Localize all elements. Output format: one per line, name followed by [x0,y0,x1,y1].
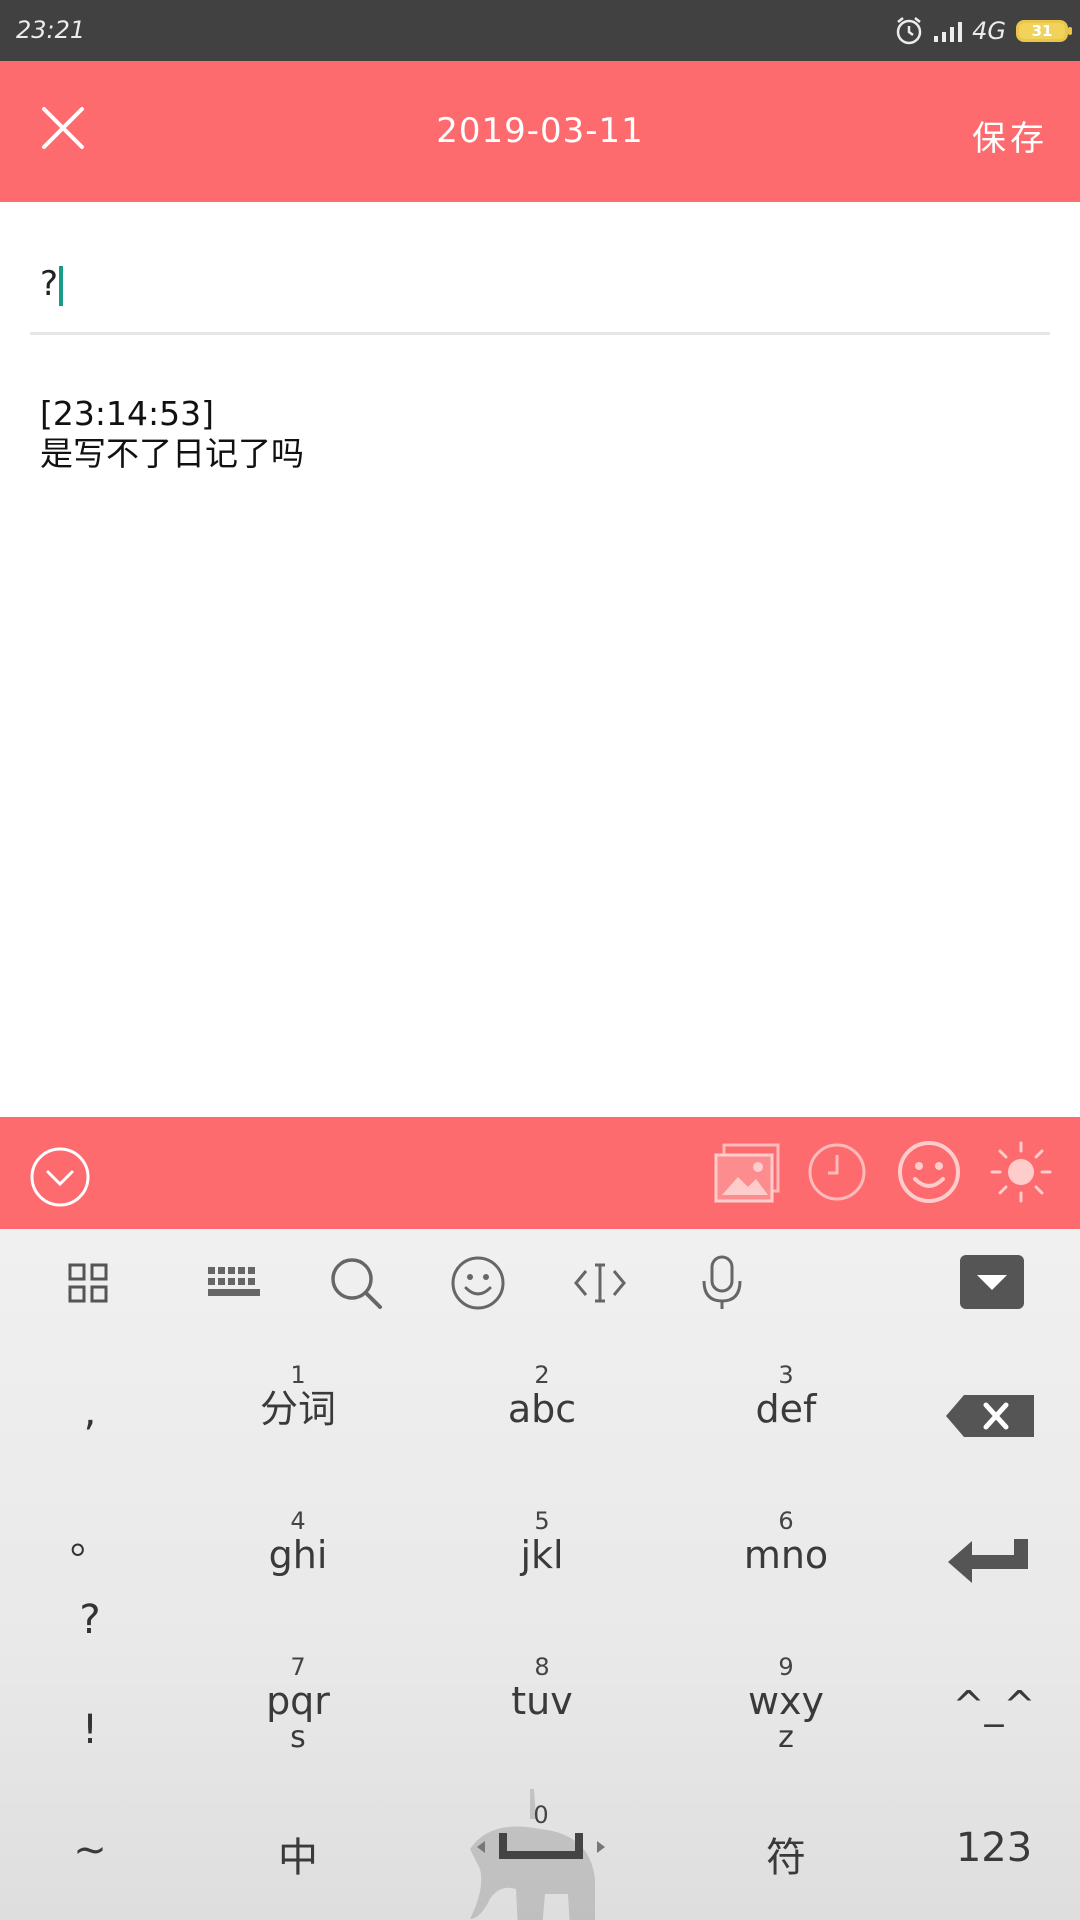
key-1-label: 分词 [259,1387,336,1431]
battery-level: 31 [1031,22,1053,40]
status-icons: 4G 31 [894,12,1072,50]
key-3[interactable]: 3 def [706,1361,866,1429]
network-type: 4G [972,17,1006,45]
battery-icon: 31 [1016,20,1072,42]
emoji-icon[interactable] [896,1139,962,1205]
key-5[interactable]: 5 jkl [462,1507,622,1575]
ime-keyboard: , 。 ? ! 1 分词 2 abc 3 def 4 ghi 5 jkl 6 m… [0,1229,1080,1920]
title-input[interactable]: ? [30,240,1050,335]
space-key-number: 0 [533,1801,549,1829]
key-4[interactable]: 4 ghi [218,1507,378,1575]
key-9[interactable]: 9 wxy z [706,1653,866,1755]
key-2-number: 2 [534,1361,550,1389]
numeric-key[interactable]: 123 [944,1825,1044,1871]
enter-icon[interactable] [946,1537,1036,1587]
symbol-key[interactable]: 符 [736,1825,836,1883]
space-bar-icon [477,1833,605,1859]
space-key[interactable]: 0 [456,1801,626,1869]
diary-date: 2019-03-11 [436,111,644,151]
menu-grid-icon[interactable] [58,1253,118,1313]
keyboard-toolbar [0,1229,1080,1339]
punct-question[interactable]: ? [60,1597,120,1643]
key-5-label: jkl [520,1533,564,1577]
chinese-mode-key[interactable]: 中 [248,1825,348,1883]
key-7-label: pqr [266,1679,330,1723]
key-2[interactable]: 2 abc [462,1361,622,1429]
key-5-number: 5 [534,1507,550,1535]
microphone-icon[interactable] [692,1253,752,1313]
key-9-number: 9 [778,1653,794,1681]
key-1[interactable]: 1 分词 [218,1361,378,1429]
key-1-number: 1 [290,1361,306,1389]
punct-period[interactable]: 。 [60,1507,120,1565]
alarm-icon [896,17,922,45]
status-time: 23:21 [16,16,86,44]
key-4-label: ghi [268,1533,328,1577]
brightness-icon[interactable] [988,1139,1054,1205]
hide-keyboard-button[interactable] [960,1255,1024,1309]
key-7-label-extra: s [290,1720,306,1755]
key-6[interactable]: 6 mno [706,1507,866,1575]
search-icon[interactable] [326,1253,386,1313]
title-input-value: ? [40,264,64,306]
clock-icon[interactable] [806,1141,868,1203]
key-9-label-extra: z [778,1720,794,1755]
key-8-number: 8 [534,1653,550,1681]
key-6-label: mno [743,1533,829,1577]
editor-toolbar [0,1117,1080,1229]
content-timestamp: [23:14:53] [40,394,214,433]
key-4-number: 4 [290,1507,306,1535]
key-6-number: 6 [778,1507,794,1535]
key-7-number: 7 [290,1653,306,1681]
signal-icon [934,20,963,42]
key-9-label: wxy [747,1679,825,1723]
collapse-icon[interactable] [28,1145,92,1209]
key-8-label: tuv [511,1679,573,1723]
key-3-label: def [755,1387,817,1431]
text-caret [59,265,64,306]
image-icon[interactable] [714,1143,780,1205]
key-7[interactable]: 7 pqr s [218,1653,378,1755]
app-header: 2019-03-11 保存 [0,61,1080,202]
key-2-label: abc [507,1387,577,1431]
backspace-icon[interactable] [944,1393,1036,1439]
key-3-number: 3 [778,1361,794,1389]
status-bar: 23:21 4G 31 [0,0,1080,61]
keyboard-layout-icon[interactable] [204,1253,264,1313]
content-text: 是写不了日记了吗 [40,434,304,473]
emoticon-key[interactable]: ^_^ [944,1683,1044,1727]
save-button[interactable]: 保存 [972,111,1048,160]
key-8[interactable]: 8 tuv [462,1653,622,1721]
punct-exclaim[interactable]: ! [60,1707,120,1753]
punct-comma[interactable]: , [60,1389,120,1435]
tilde-key[interactable]: ~ [40,1827,140,1873]
content-editor[interactable]: [23:14:53] 是写不了日记了吗 [40,394,1040,474]
cursor-move-icon[interactable] [570,1253,630,1313]
emoji-keyboard-icon[interactable] [448,1253,508,1313]
